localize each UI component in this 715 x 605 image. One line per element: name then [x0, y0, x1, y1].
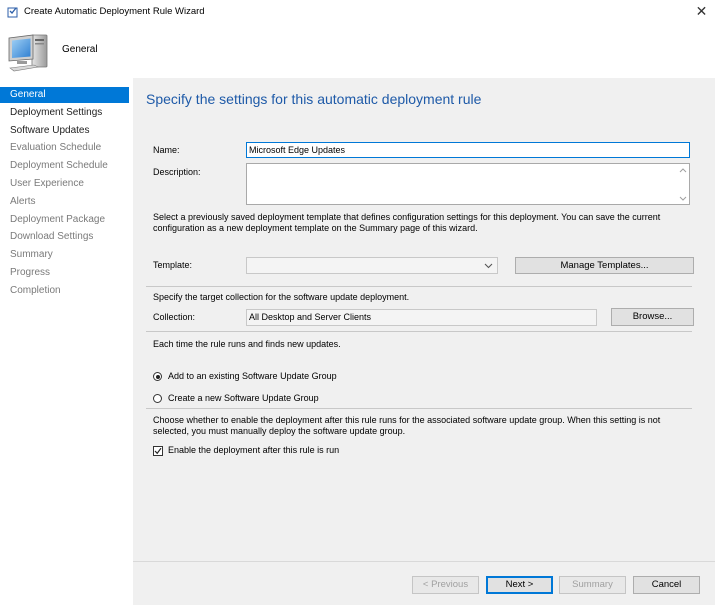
- sidebar-item-deployment-schedule[interactable]: Deployment Schedule: [0, 158, 129, 174]
- sidebar-item-label: Software Updates: [10, 125, 90, 136]
- sidebar-item-completion[interactable]: Completion: [0, 283, 129, 299]
- divider: [146, 408, 692, 409]
- sidebar-item-evaluation-schedule[interactable]: Evaluation Schedule: [0, 140, 129, 156]
- sidebar-item-user-experience[interactable]: User Experience: [0, 176, 129, 192]
- manage-templates-button[interactable]: Manage Templates...: [515, 257, 694, 274]
- radio-existing-group-label[interactable]: Add to an existing Software Update Group: [168, 371, 337, 381]
- collection-field[interactable]: All Desktop and Server Clients: [246, 309, 597, 326]
- chevron-down-icon: [484, 263, 493, 269]
- sidebar-item-label: Deployment Settings: [10, 107, 103, 118]
- rule-runs-text: Each time the rule runs and finds new up…: [153, 339, 341, 349]
- checkmark-icon: [154, 447, 162, 455]
- wizard-app-icon: [7, 7, 18, 18]
- sidebar-item-deployment-settings[interactable]: Deployment Settings: [0, 105, 129, 121]
- radio-new-group[interactable]: [153, 394, 162, 403]
- next-button[interactable]: Next >: [486, 576, 553, 594]
- sidebar-item-label: Alerts: [10, 196, 36, 207]
- divider: [146, 331, 692, 332]
- sidebar-item-label: General: [10, 89, 46, 100]
- window-title: Create Automatic Deployment Rule Wizard: [24, 6, 205, 17]
- sidebar-item-summary[interactable]: Summary: [0, 247, 129, 263]
- page-title: General: [62, 44, 98, 55]
- template-label: Template:: [153, 260, 193, 270]
- collection-label: Collection:: [153, 312, 196, 322]
- wizard-navigation: General Deployment Settings Software Upd…: [0, 78, 130, 605]
- template-intro-text: Select a previously saved deployment tem…: [153, 212, 661, 233]
- sidebar-item-label: User Experience: [10, 178, 84, 189]
- section-heading: Specify the settings for this automatic …: [146, 91, 482, 107]
- divider: [146, 286, 692, 287]
- description-input[interactable]: [246, 163, 690, 205]
- enable-intro-text: Choose whether to enable the deployment …: [153, 415, 661, 436]
- sidebar-item-label: Progress: [10, 267, 51, 278]
- sidebar-item-software-updates[interactable]: Software Updates: [0, 123, 129, 139]
- cancel-button[interactable]: Cancel: [633, 576, 700, 594]
- sidebar-item-alerts[interactable]: Alerts: [0, 194, 129, 210]
- sidebar-item-label: Evaluation Schedule: [10, 142, 102, 153]
- sidebar-item-general[interactable]: General: [0, 87, 129, 103]
- close-icon[interactable]: ✕: [688, 0, 715, 24]
- radio-selected-dot: [155, 374, 160, 379]
- previous-button[interactable]: < Previous: [412, 576, 479, 594]
- sidebar-item-deployment-package[interactable]: Deployment Package: [0, 212, 129, 228]
- sidebar-item-label: Completion: [10, 285, 61, 296]
- enable-deployment-checkbox[interactable]: [153, 446, 163, 456]
- browse-button[interactable]: Browse...: [611, 308, 694, 326]
- wizard-header: General: [0, 26, 715, 78]
- template-dropdown[interactable]: [246, 257, 498, 274]
- name-input[interactable]: Microsoft Edge Updates: [246, 142, 690, 158]
- sidebar-item-label: Deployment Schedule: [10, 160, 108, 171]
- description-label: Description:: [153, 167, 201, 177]
- collection-intro-text: Specify the target collection for the so…: [153, 292, 410, 302]
- description-scrollbar[interactable]: [679, 167, 687, 203]
- sidebar-item-label: Download Settings: [10, 231, 94, 242]
- sidebar-item-label: Summary: [10, 249, 53, 260]
- sidebar-item-progress[interactable]: Progress: [0, 265, 129, 281]
- summary-button[interactable]: Summary: [559, 576, 626, 594]
- sidebar-item-download-settings[interactable]: Download Settings: [0, 229, 129, 245]
- enable-deployment-label[interactable]: Enable the deployment after this rule is…: [168, 445, 339, 455]
- radio-new-group-label[interactable]: Create a new Software Update Group: [168, 393, 319, 403]
- name-label: Name:: [153, 145, 180, 155]
- title-bar: Create Automatic Deployment Rule Wizard …: [0, 0, 715, 26]
- computer-monitor-icon: [8, 34, 48, 72]
- radio-existing-group[interactable]: [153, 372, 162, 381]
- sidebar-item-label: Deployment Package: [10, 214, 106, 225]
